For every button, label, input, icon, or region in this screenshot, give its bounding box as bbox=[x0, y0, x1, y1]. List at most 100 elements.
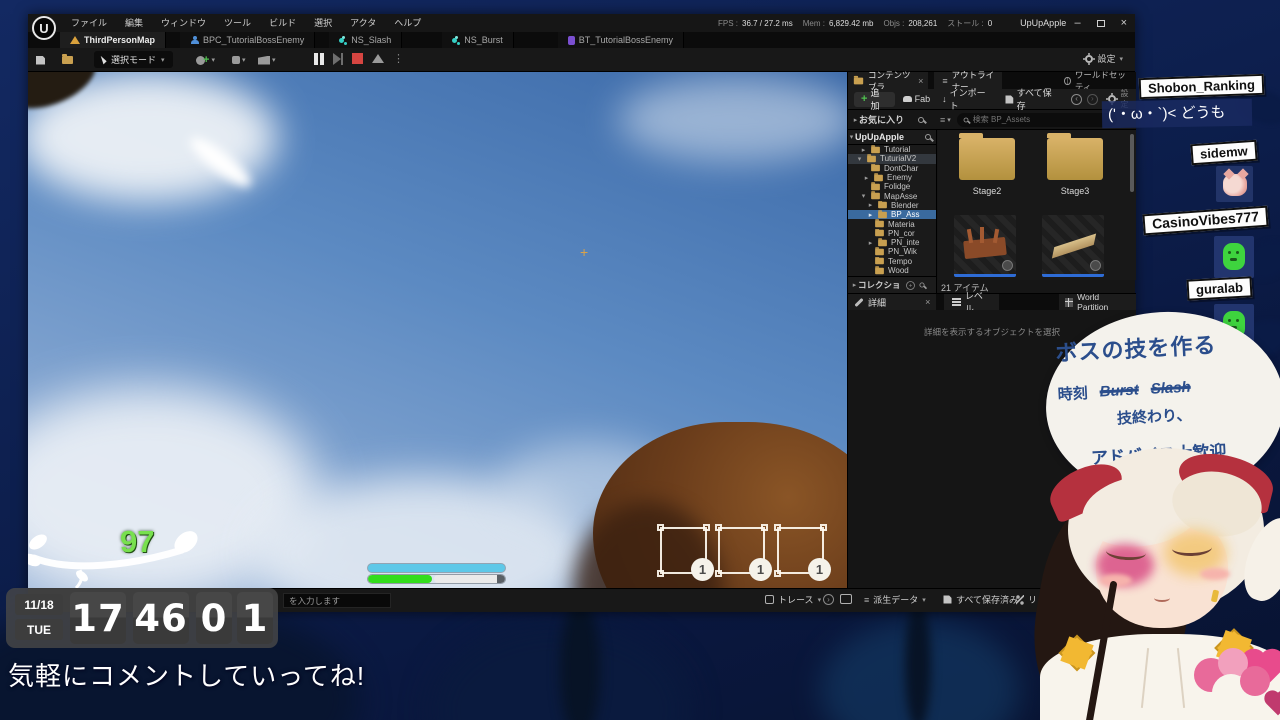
asset-folder-stage2[interactable]: Stage2 bbox=[952, 133, 1022, 196]
slot-count-badge: 1 bbox=[749, 558, 772, 581]
asset-state-badge bbox=[1002, 260, 1013, 271]
tab-ns-burst[interactable]: NS_Burst bbox=[442, 32, 514, 48]
menu-file[interactable]: ファイル bbox=[62, 14, 116, 32]
tree-item[interactable]: Folidge bbox=[848, 182, 936, 191]
health-value: 97 bbox=[120, 524, 155, 559]
stall-value: 0 bbox=[987, 18, 993, 28]
tab-ns-slash[interactable]: NS_Slash bbox=[329, 32, 403, 48]
tab-thirdpersonmap[interactable]: ThirdPersonMap bbox=[60, 32, 167, 48]
search-box[interactable] bbox=[956, 112, 1117, 127]
save-icon bbox=[1005, 94, 1014, 104]
asset-tabbar: ThirdPersonMap BPC_TutorialBossEnemy NS_… bbox=[28, 32, 1135, 48]
tree-root[interactable]: ▾ UpUpApple bbox=[848, 130, 936, 145]
user-name: UpUpApple bbox=[1020, 18, 1067, 28]
tab-levels[interactable]: レベル bbox=[944, 291, 999, 314]
clock-minutes: 46 bbox=[133, 592, 189, 644]
collections-bar[interactable]: ▸ コレクショ + bbox=[848, 276, 937, 293]
asset-type-bar bbox=[1042, 274, 1104, 277]
tree-item[interactable]: PN_Wik bbox=[848, 247, 936, 256]
menu-actor[interactable]: アクタ bbox=[341, 14, 385, 32]
screenshot-button[interactable] bbox=[840, 594, 852, 604]
tab-details[interactable]: 詳細 × bbox=[848, 293, 937, 311]
minimize-button[interactable]: – bbox=[1074, 17, 1080, 29]
tree-item[interactable]: ▾ TuturialV2 bbox=[848, 154, 936, 164]
console-input-box[interactable]: を入力します bbox=[283, 593, 391, 608]
clock-widget: 11/18 TUE 17 46 0 1 bbox=[6, 588, 278, 648]
trace-dropdown[interactable]: トレース ▾ bbox=[765, 593, 821, 606]
menu-edit[interactable]: 編集 bbox=[116, 14, 152, 32]
tree-item[interactable]: ▾ MapAsse bbox=[848, 191, 936, 201]
tree-item[interactable]: ▸ Blender bbox=[848, 200, 936, 210]
save-button[interactable] bbox=[36, 51, 45, 69]
save-icon bbox=[943, 595, 952, 604]
tab-content-browser[interactable]: コンテンツブラ... × bbox=[848, 70, 929, 92]
folder-icon-large bbox=[1047, 133, 1103, 180]
bubble-line-3: 技終わり、 bbox=[1116, 406, 1192, 428]
objs-label: Objs : bbox=[883, 18, 905, 28]
menu-select[interactable]: 選択 bbox=[305, 14, 341, 32]
tree-item[interactable]: ▸ Tutorial bbox=[848, 145, 936, 154]
content-drawer-button[interactable] bbox=[62, 51, 73, 69]
tree-item[interactable]: ▸ PN_inte bbox=[848, 237, 936, 247]
menu-help[interactable]: ヘルプ bbox=[385, 14, 430, 32]
fab-icon bbox=[902, 96, 912, 102]
folder-tree: ▾ UpUpApple ▸ Tutorial ▾ TuturialV2 DontCh… bbox=[848, 130, 937, 276]
add-button[interactable]: + 追加 bbox=[854, 88, 895, 111]
forward-button[interactable]: › bbox=[1086, 93, 1098, 105]
asset-search-input[interactable] bbox=[972, 115, 1093, 124]
tab-world-partition[interactable]: World Partition bbox=[1058, 292, 1136, 312]
blueprints-dropdown[interactable]: ▾ bbox=[232, 51, 246, 69]
clock-seconds-ones: 1 bbox=[237, 592, 273, 644]
viewport-settings-dropdown[interactable]: 設定 ▾ bbox=[1085, 52, 1123, 65]
select-mode-dropdown[interactable]: 選択モード ▾ bbox=[94, 51, 173, 68]
save-all-button[interactable]: すべて保存 bbox=[1005, 86, 1059, 112]
tree-item-selected[interactable]: ▸ BP_Ass bbox=[848, 210, 936, 220]
tree-item[interactable]: Tempo bbox=[848, 256, 936, 266]
play-options-menu[interactable]: ⋮ bbox=[393, 52, 404, 65]
viewer-avatar-blob bbox=[1214, 236, 1254, 278]
filter-icon[interactable]: ≡ bbox=[940, 115, 945, 125]
asset-folder-stage3[interactable]: Stage3 bbox=[1040, 133, 1110, 196]
flower-decoration bbox=[1188, 648, 1280, 720]
add-collection-button[interactable]: + bbox=[905, 280, 915, 290]
tree-item[interactable]: DontChar bbox=[848, 163, 936, 173]
insights-button[interactable]: › bbox=[823, 594, 834, 605]
tab-bt-tutorialbossenemy[interactable]: BT_TutorialBossEnemy bbox=[557, 32, 684, 48]
folder-icon-large bbox=[959, 133, 1015, 180]
add-actor-dropdown[interactable]: + ▾ bbox=[196, 51, 215, 69]
viewer-label-casinovibes777: CasinoVibes777 bbox=[1142, 205, 1269, 236]
favorites-label[interactable]: お気に入り bbox=[859, 113, 904, 126]
item-slot: 1 bbox=[715, 524, 772, 581]
tab-world-settings[interactable]: ワールドセッティ... bbox=[1058, 70, 1136, 92]
close-tab-icon[interactable]: × bbox=[925, 297, 930, 307]
import-button[interactable]: ↓ インポート bbox=[942, 86, 993, 112]
objs-value: 208,261 bbox=[908, 18, 938, 28]
scrollbar[interactable] bbox=[1130, 134, 1134, 192]
search-icon[interactable] bbox=[918, 116, 925, 123]
stop-button[interactable] bbox=[352, 53, 363, 64]
eject-button[interactable] bbox=[372, 54, 384, 63]
close-button[interactable]: × bbox=[1121, 17, 1127, 29]
asset-tile-mesh[interactable] bbox=[954, 215, 1016, 277]
maximize-button[interactable] bbox=[1096, 19, 1105, 27]
tree-item[interactable]: Materia bbox=[848, 219, 936, 229]
tree-item[interactable]: PN_cor bbox=[848, 228, 936, 238]
cinematics-dropdown[interactable]: ▾ bbox=[258, 51, 276, 69]
tree-item[interactable]: ▸ Enemy bbox=[848, 172, 936, 182]
tab-bpc-tutorialbossenemy[interactable]: BPC_TutorialBossEnemy bbox=[180, 32, 316, 48]
menu-window[interactable]: ウィンドウ bbox=[152, 14, 215, 32]
pause-button[interactable] bbox=[314, 52, 324, 65]
asset-tile-mesh[interactable] bbox=[1042, 215, 1104, 277]
menu-tools[interactable]: ツール bbox=[215, 14, 260, 32]
derived-data-dropdown[interactable]: ≡ 派生データ ▾ bbox=[864, 593, 926, 606]
trace-icon bbox=[765, 595, 774, 604]
back-button[interactable]: ‹ bbox=[1071, 93, 1082, 105]
level-viewport[interactable]: + 97 1 1 1 bbox=[28, 72, 847, 588]
all-saved-button[interactable]: すべて保存済み bbox=[943, 593, 1018, 606]
tree-item[interactable]: Wood bbox=[848, 265, 936, 275]
frame-skip-button[interactable] bbox=[332, 52, 343, 65]
unreal-editor-window: U ファイル 編集 ウィンドウ ツール ビルド 選択 アクタ ヘルプ FPS :… bbox=[28, 14, 1136, 612]
menu-build[interactable]: ビルド bbox=[260, 14, 305, 32]
close-tab-icon[interactable]: × bbox=[918, 76, 923, 86]
fab-button[interactable]: Fab bbox=[902, 94, 930, 104]
